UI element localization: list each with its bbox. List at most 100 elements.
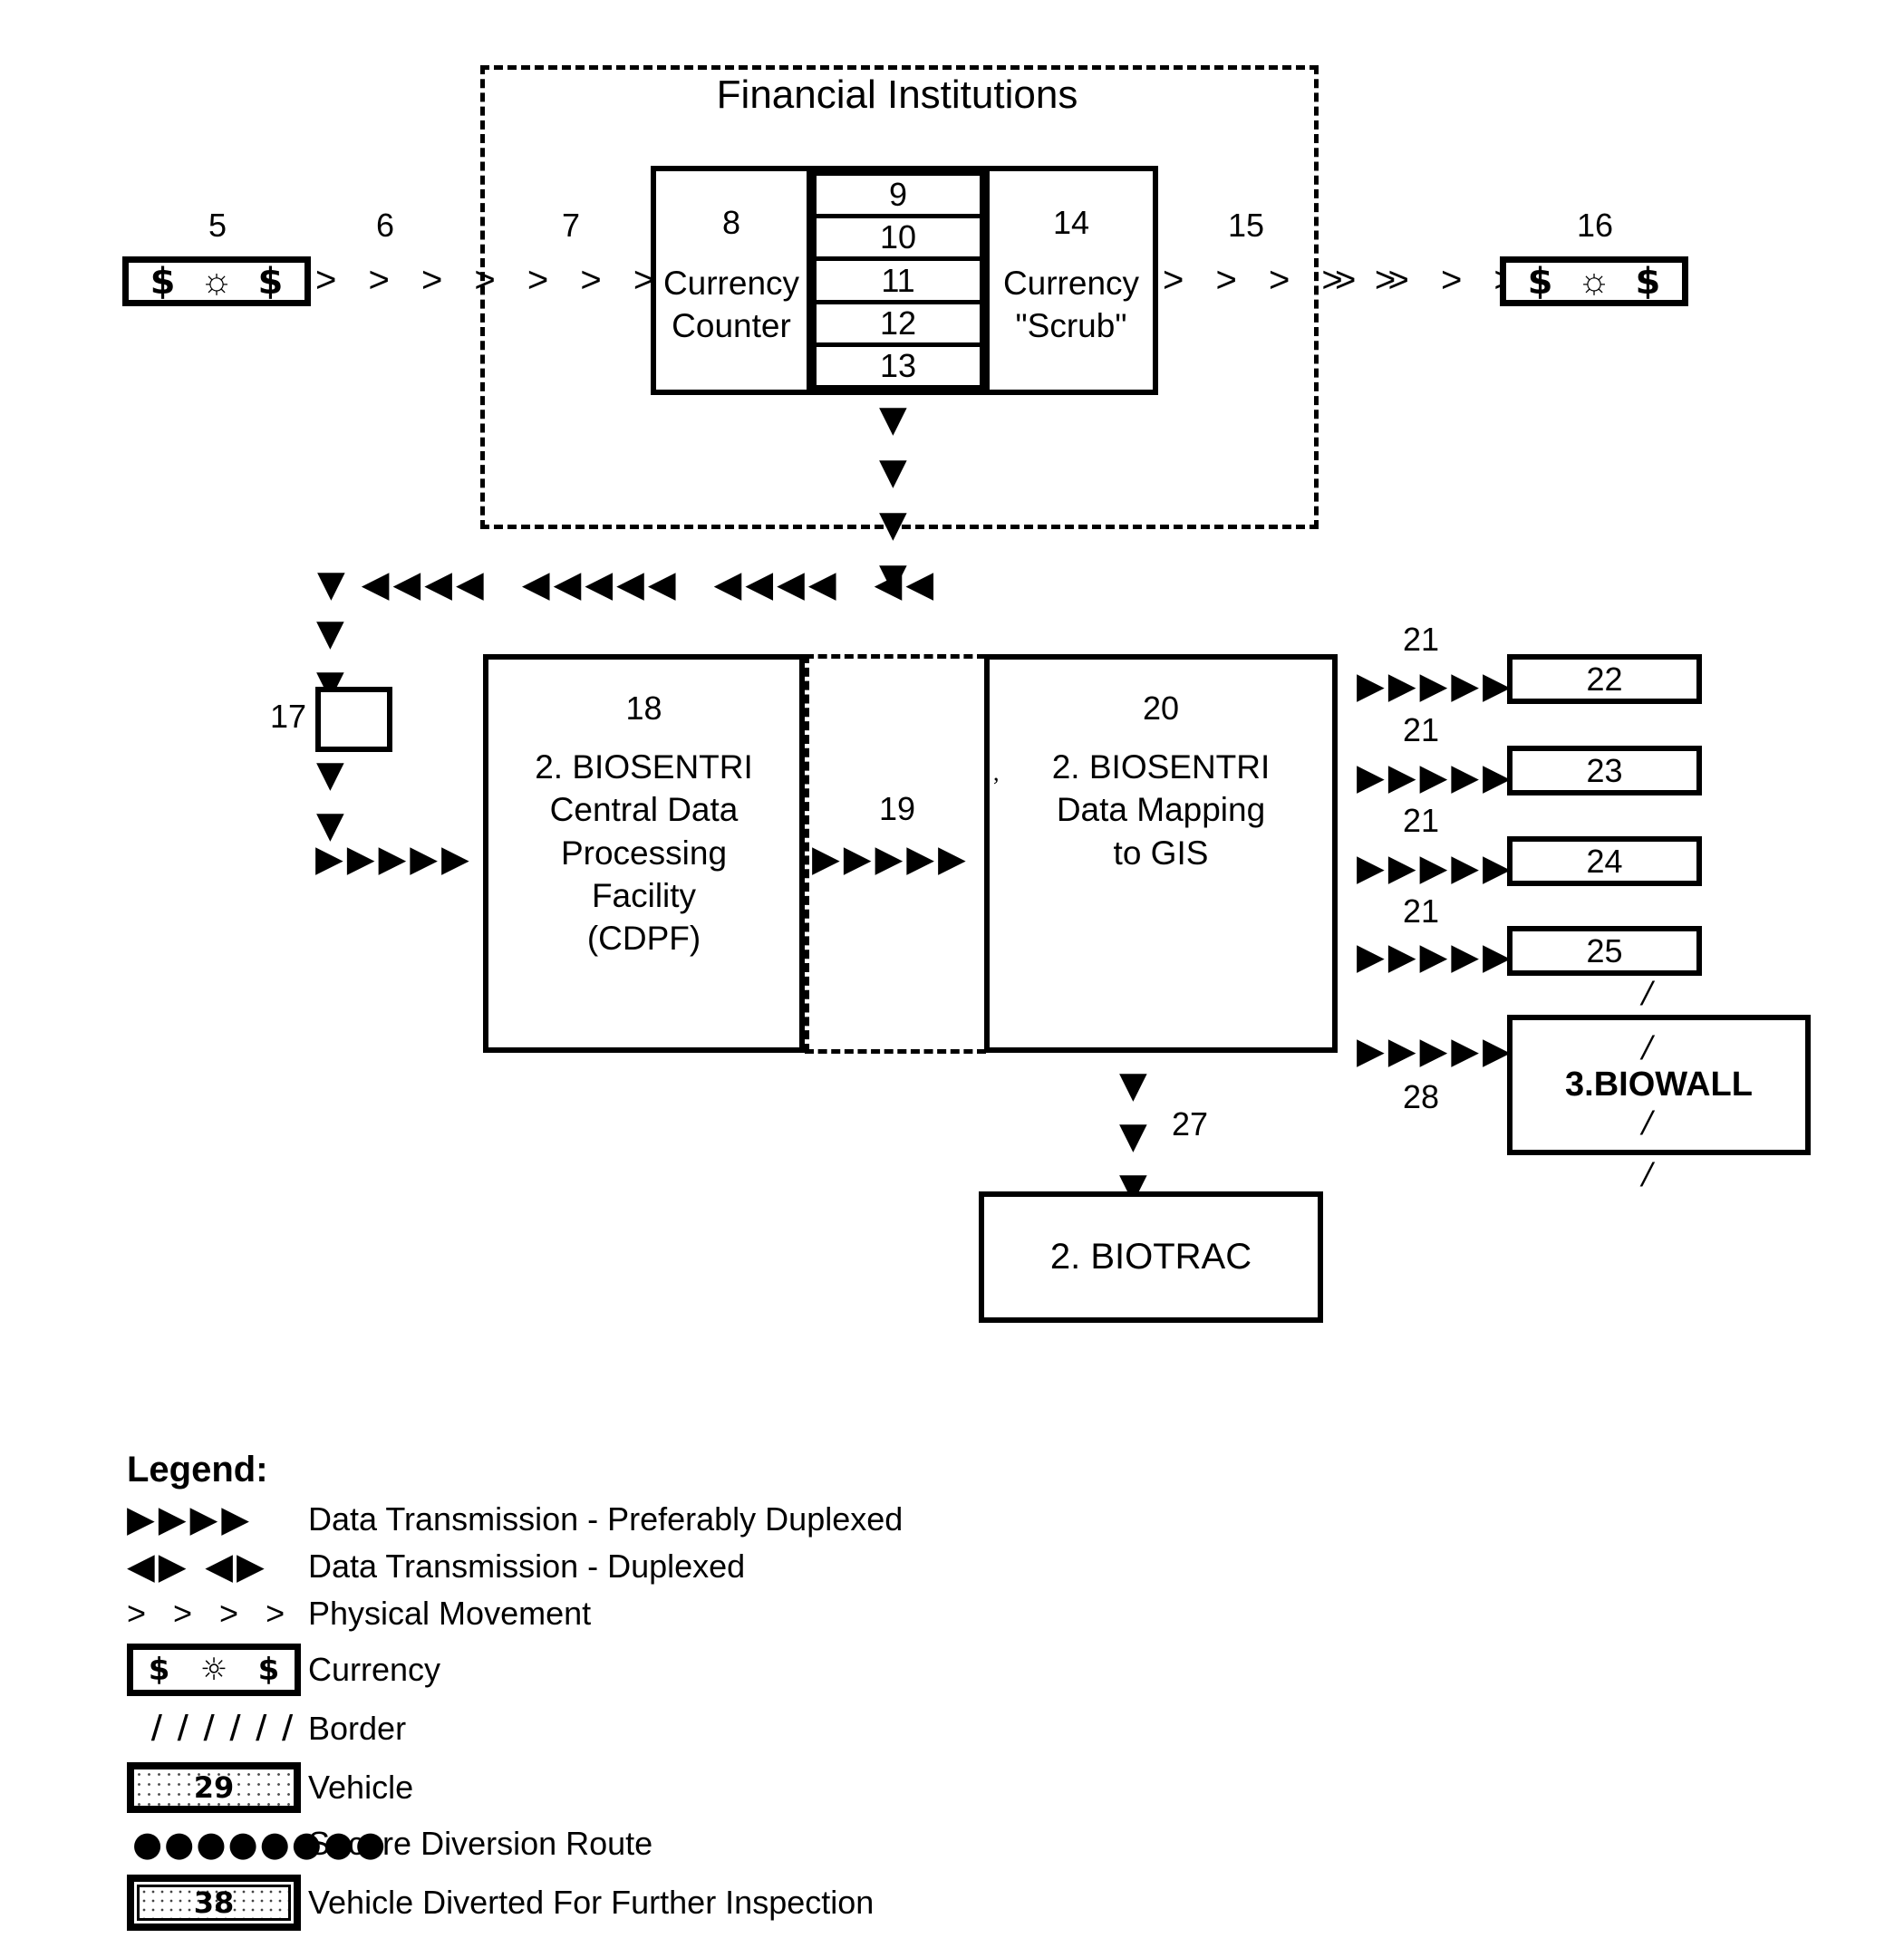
down-arrows-from-node-17: ▼ ▼ <box>316 754 344 846</box>
down-triangle-icon: ▼ <box>879 504 907 545</box>
cdpf-line5: (CDPF) <box>586 920 701 958</box>
box-24: 24 <box>1507 836 1702 886</box>
legend-label: Physical Movement <box>308 1595 592 1632</box>
legend-label: Currency <box>308 1651 441 1688</box>
right-triangle-icon: ▶▶▶▶▶ <box>1357 936 1514 978</box>
box-22-label: 22 <box>1586 660 1623 698</box>
box-24-label: 24 <box>1586 842 1623 880</box>
data-arrows-to-24: ▶▶▶▶▶ <box>1357 850 1514 886</box>
biowall-label: 3.BIOWALL <box>1565 1065 1753 1104</box>
legend-row-currency: $ ☼ $ Currency <box>127 1637 1214 1702</box>
down-triangle-icon: ▼ <box>316 754 344 795</box>
legend-row-duplexed: ◀▶ ◀▶ Data Transmission - Duplexed <box>127 1543 1214 1590</box>
left-triangle-icon: ◀◀ <box>874 564 938 605</box>
data-arrows-19: ▶▶▶▶▶ <box>812 841 970 877</box>
right-triangle-icon: ▶▶▶▶▶ <box>1357 757 1514 798</box>
data-arrows-into-cdpf: ▶▶▶▶▶ <box>315 841 473 877</box>
down-triangle-icon: ▼ <box>879 399 907 440</box>
cdpf-line3: Processing <box>560 834 728 872</box>
ref-6-label: 6 <box>375 207 395 244</box>
gis-line3: to GIS <box>1113 834 1209 872</box>
dollar-sign-icon: $ <box>1527 260 1553 303</box>
border-hatch-icon: / <box>1642 1153 1653 1194</box>
dollar-sign-icon: $ <box>257 260 284 303</box>
data-arrows-to-23: ▶▶▶▶▶ <box>1357 759 1514 795</box>
ref-21-label-d: 21 <box>1402 892 1440 930</box>
ref-13-label: 13 <box>879 346 917 384</box>
ref-11-label: 11 <box>881 261 915 299</box>
vehicle-38-label: 38 <box>137 1885 291 1921</box>
currency-counter-line2: Counter <box>672 307 791 345</box>
ref-5-label: 5 <box>208 207 227 244</box>
dollar-sign-icon: $ <box>1635 260 1661 303</box>
left-triangle-icon: ◀◀◀◀ <box>713 564 840 605</box>
ref-8-label: 8 <box>721 204 741 241</box>
data-arrows-to-25: ▶▶▶▶▶ <box>1357 939 1514 975</box>
duplex-data-bus-left: ▼ ◀◀◀◀ ◀◀◀◀◀ ◀◀◀◀ ◀◀ <box>317 566 937 603</box>
gis-box-20: 20 2. BIOSENTRI Data Mapping to GIS <box>984 654 1338 1053</box>
legend: Legend: ▶▶▶▶ Data Transmission - Prefera… <box>127 1450 1214 1938</box>
ref-10-label: 10 <box>879 218 917 256</box>
legend-label: Data Transmission - Preferably Duplexed <box>308 1500 904 1538</box>
box-23-label: 23 <box>1586 751 1623 789</box>
cdpf-line2: Central Data <box>549 791 739 829</box>
gis-line2: Data Mapping <box>1056 791 1266 829</box>
gis-line1: 2. BIOSENTRI <box>1051 748 1271 786</box>
cdpf-box-18: 18 2. BIOSENTRI Central Data Processing … <box>483 654 805 1053</box>
right-triangle-icon: ▶▶▶▶▶ <box>812 838 970 880</box>
right-triangle-icon: ▶▶▶▶ <box>127 1499 254 1540</box>
sun-icon: ☼ <box>1577 261 1611 301</box>
dollar-sign-icon: $ <box>257 1652 280 1688</box>
ref-27-label: 27 <box>1171 1105 1209 1143</box>
legend-label: Border <box>308 1710 407 1747</box>
cdpf-line4: Facility <box>591 877 697 915</box>
dotted-route-icon: ●●●●●●●● <box>132 1824 388 1864</box>
node-17-box <box>315 687 392 752</box>
stack-row: 9 <box>812 171 984 219</box>
box-23: 23 <box>1507 746 1702 795</box>
mid-enclosure-left-dash <box>805 654 809 1053</box>
sensor-stack: 9 10 11 12 13 <box>812 171 984 390</box>
data-arrows-to-biowall: ▶▶▶▶▶ <box>1357 1033 1514 1069</box>
legend-row-preferably-duplexed: ▶▶▶▶ Data Transmission - Preferably Dupl… <box>127 1496 1214 1543</box>
vehicle-icon: 29 <box>127 1762 308 1813</box>
dollar-sign-icon: $ <box>150 260 176 303</box>
legend-label: Data Transmission - Duplexed <box>308 1548 746 1585</box>
currency-counter-cell: 8 Currency Counter <box>656 171 812 390</box>
left-right-triangle-icon: ◀▶ ◀▶ <box>127 1546 268 1587</box>
data-arrows-to-22: ▶▶▶▶▶ <box>1357 668 1514 704</box>
legend-row-secure-diversion: ●●●●●●●● Secure Diversion Route <box>127 1820 1214 1867</box>
dollar-sign-icon: $ <box>148 1652 170 1688</box>
legend-row-vehicle: 29 Vehicle <box>127 1755 1214 1820</box>
gis-tick-mark: , <box>993 759 1000 786</box>
down-triangle-icon: ▼ <box>879 451 907 493</box>
ref-21-label-c: 21 <box>1402 802 1440 839</box>
mid-enclosure-top-dash <box>805 654 986 659</box>
stack-row: 11 <box>812 261 984 304</box>
left-triangle-icon: ◀◀◀◀ <box>361 564 488 605</box>
right-triangle-icon: ▶▶▶▶▶ <box>1357 847 1514 889</box>
legend-row-border: / / / / / / Border <box>127 1702 1214 1755</box>
legend-row-physical-movement: > > > > Physical Movement <box>127 1590 1214 1637</box>
currency-scrub-line1: Currency <box>1002 265 1140 302</box>
ref-28-label: 28 <box>1402 1078 1440 1115</box>
patent-diagram: Financial Institutions 5 $ ☼ $ > > > > >… <box>0 0 1904 1931</box>
currency-note-5: $ ☼ $ <box>122 256 311 306</box>
ref-15-label: 15 <box>1227 207 1265 244</box>
border-hatch-icon: / <box>1642 1102 1653 1143</box>
ref-21-label-b: 21 <box>1402 711 1440 748</box>
down-triangle-icon: ▼ <box>1119 1115 1147 1157</box>
currency-note-16: $ ☼ $ <box>1500 256 1688 306</box>
ref-9-label: 9 <box>888 176 908 214</box>
legend-label: Vehicle Diverted For Further Inspection <box>308 1884 875 1921</box>
biowall-box: 3.BIOWALL <box>1507 1015 1811 1155</box>
ref-19-label: 19 <box>878 790 916 827</box>
cdpf-line1: 2. BIOSENTRI <box>535 748 753 786</box>
mid-enclosure-bottom-dash <box>805 1049 986 1054</box>
chevron-right-icon: > > > > <box>127 1595 295 1632</box>
vehicle-29-label: 29 <box>127 1762 301 1813</box>
down-triangle-icon: ▼ <box>1119 1065 1147 1106</box>
ref-7-label: 7 <box>561 207 581 244</box>
ref-18-label: 18 <box>625 689 662 727</box>
right-triangle-icon: ▶▶▶▶▶ <box>315 838 473 880</box>
